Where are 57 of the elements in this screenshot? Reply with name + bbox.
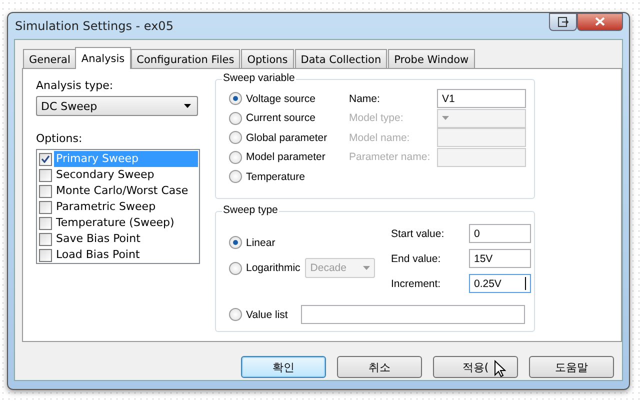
checkbox[interactable] — [39, 184, 52, 198]
checkbox[interactable] — [39, 216, 52, 230]
radio-button[interactable]: Value list — [229, 308, 288, 321]
close-icon — [595, 17, 605, 26]
close-button[interactable] — [577, 12, 623, 30]
input-field[interactable]: V1 — [437, 89, 526, 108]
checkbox[interactable] — [39, 232, 52, 246]
tab[interactable]: Data Collection — [294, 49, 388, 68]
radio-button[interactable]: Logarithmic — [229, 262, 300, 274]
field-label: Increment: — [391, 278, 442, 290]
list-item[interactable]: Temperature (Sweep) — [54, 215, 176, 231]
restore-button[interactable] — [549, 12, 577, 30]
input-field[interactable]: 15V — [469, 249, 531, 268]
window-title: Simulation Settings - ex05 — [15, 19, 174, 33]
radio-button[interactable]: Model parameter — [229, 150, 326, 164]
checkbox[interactable] — [39, 200, 52, 214]
radio-button[interactable]: Linear — [229, 236, 391, 249]
radio-button[interactable]: Current source — [229, 112, 316, 125]
group-title: Sweep type — [222, 204, 279, 216]
input-field[interactable]: 0 — [469, 224, 531, 243]
checkbox[interactable] — [39, 152, 52, 166]
checkbox[interactable] — [39, 168, 52, 182]
field-label: Parameter name: — [349, 151, 432, 164]
window-icon — [558, 16, 568, 26]
radio-button[interactable]: Voltage source — [229, 92, 316, 106]
field-label: Model name: — [349, 132, 411, 144]
checkbox[interactable] — [39, 248, 52, 262]
field-label: End value: — [391, 252, 442, 264]
dialog-button[interactable]: 도움말 — [529, 356, 614, 378]
tab[interactable]: Configuration Files — [130, 49, 240, 68]
dropdown-arrow-icon — [184, 104, 191, 108]
dialog-button[interactable]: 확인 — [241, 356, 326, 378]
mouse-pointer-icon — [494, 360, 506, 378]
list-item[interactable]: Save Bias Point — [54, 231, 142, 247]
group-title: Sweep variable — [222, 72, 296, 84]
dialog-button[interactable]: 적용( — [433, 356, 518, 378]
list-item[interactable]: Parametric Sweep — [54, 199, 158, 215]
list-item[interactable]: Load Bias Point — [54, 247, 142, 263]
field-label: Name: — [349, 92, 381, 105]
list-item[interactable]: Monte Carlo/Worst Case — [54, 183, 190, 199]
dialog-button[interactable]: 취소 — [337, 356, 422, 378]
dropdown-arrow-icon — [442, 116, 449, 120]
dropdown-arrow-icon — [363, 266, 370, 270]
tab[interactable]: Probe Window — [388, 49, 475, 68]
tab[interactable]: Analysis — [75, 47, 131, 69]
tab[interactable]: Options — [241, 49, 294, 68]
radio-button[interactable]: Temperature — [229, 170, 305, 184]
field-label: Model type: — [349, 112, 404, 124]
radio-button[interactable]: Global parameter — [229, 131, 328, 144]
tab[interactable]: General — [23, 49, 76, 68]
options-label: Options: — [36, 132, 84, 145]
input-field[interactable]: 0.25V — [469, 274, 531, 293]
value-list-field[interactable] — [300, 305, 525, 324]
list-item[interactable]: Secondary Sweep — [54, 167, 156, 183]
field-label: Start value: — [391, 228, 446, 240]
analysis-type-label: Analysis type: — [36, 79, 114, 92]
analysis-type-dropdown[interactable]: DC Sweep — [36, 96, 198, 116]
